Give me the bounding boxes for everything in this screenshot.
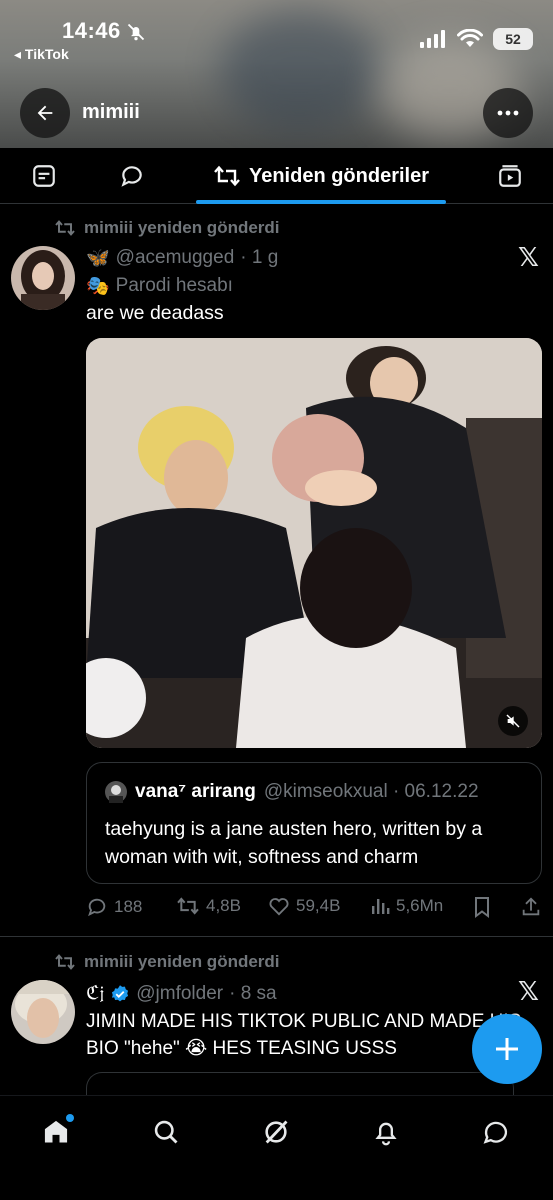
avatar-image	[11, 980, 75, 1044]
nav-messages[interactable]	[476, 1112, 516, 1152]
post[interactable]: mimiii yeniden gönderdi ℭ𝔧 @jmfolder · 8…	[0, 0, 553, 1112]
bell-icon	[375, 1122, 397, 1146]
avatar[interactable]	[11, 980, 75, 1044]
verified-icon	[112, 984, 129, 1001]
nav-home[interactable]	[36, 1112, 76, 1152]
author-name: ℭ𝔧	[86, 983, 105, 1004]
compose-button[interactable]	[472, 1014, 542, 1084]
plus-icon	[496, 1038, 518, 1060]
nav-grok[interactable]	[256, 1112, 296, 1152]
post-author[interactable]: ℭ𝔧 @jmfolder · 8 sa	[86, 982, 277, 1005]
bottom-navigation	[0, 1095, 553, 1200]
home-icon	[44, 1120, 68, 1143]
nav-notifications[interactable]	[366, 1112, 406, 1152]
repost-label: mimiii yeniden gönderdi	[84, 952, 280, 971]
author-handle: @jmfolder	[136, 982, 224, 1004]
x-logo-icon: 𝕏	[518, 976, 539, 1006]
post-text: JIMIN MADE HIS TIKTOK PUBLIC AND MADE HI…	[86, 1011, 522, 1059]
search-icon	[154, 1120, 178, 1144]
repost-indicator: mimiii yeniden gönderdi	[54, 952, 280, 972]
notification-dot	[66, 1114, 74, 1122]
grok-icon	[265, 1120, 288, 1144]
messages-icon	[483, 1121, 508, 1144]
repost-icon	[55, 954, 75, 970]
nav-search[interactable]	[146, 1112, 186, 1152]
post-time: · 8 sa	[229, 982, 277, 1004]
